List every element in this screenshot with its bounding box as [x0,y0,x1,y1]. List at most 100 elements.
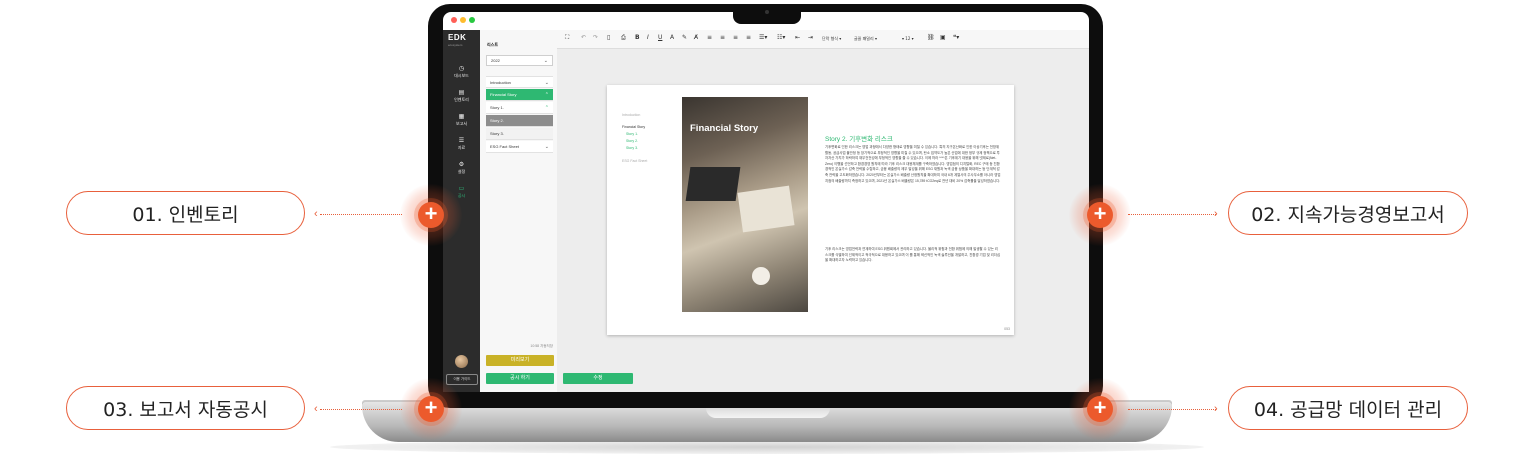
photo-chart-paper [737,185,795,233]
sidebar-item-settings[interactable]: ⚙ 설정 [443,162,480,175]
menu-item-story-1[interactable]: Story 1. ⌃ [486,102,553,114]
callout-auto-disclosure[interactable]: 03. 보고서 자동공시 [66,386,305,430]
window-maximize-dot[interactable] [469,17,475,23]
year-select[interactable]: 2022 ⌄ [486,55,553,66]
plus-icon[interactable]: + [418,396,444,422]
story-heading: Story 2. 기후변화 리스크 [825,136,893,143]
sidebar-item-dashboard[interactable]: ◷ 대시보드 [443,66,480,79]
text-color-icon[interactable]: A [670,34,674,41]
menu-item-label: ESG Fact Sheet [490,144,519,149]
menu-item-financial-story[interactable]: Financial Story ⌃ [486,89,553,101]
connector-line [320,214,402,215]
laptop-shadow [330,440,1204,454]
chevron-up-icon: ⌃ [544,105,549,111]
menu-item-label: Story 3. [490,131,504,136]
menu-item-esg-fact-sheet[interactable]: ESG Fact Sheet ⌄ [486,141,553,153]
app-logo-subtitle: ecosystem [448,43,463,47]
plus-icon[interactable]: + [1087,202,1113,228]
edit-button[interactable]: 수정 [563,373,633,384]
numbered-list-icon[interactable]: ☷▾ [777,34,785,41]
callout-inventory[interactable]: 01. 인벤토리 [66,191,305,235]
align-left-icon[interactable]: ≡ [707,34,712,41]
align-right-icon[interactable]: ≡ [733,34,738,41]
format-select[interactable]: 단락 형식 ▾ [822,36,841,42]
clear-format-icon[interactable]: A̸ [694,34,698,41]
print-icon[interactable]: ⎙ [621,34,626,42]
list-panel: 리스트 2022 ⌄ Introduction ⌄ Financial Stor… [480,30,557,392]
menu-item-label: Introduction [490,80,511,85]
arrow-right-icon: › [1214,403,1218,415]
callout-supply-chain-data[interactable]: 04. 공급망 데이터 관리 [1228,386,1468,430]
quote-icon[interactable]: ❝▾ [953,34,959,41]
toc-item[interactable]: Financial Story [622,125,645,129]
bold-icon[interactable]: B [635,34,640,41]
italic-icon[interactable]: I [647,34,649,41]
avatar[interactable] [455,355,468,368]
dashboard-icon: ◷ [458,66,465,72]
user-guide-button[interactable]: 이용 가이드 [446,374,478,385]
toc-item[interactable]: Story 3. [626,146,638,150]
year-select-value: 2022 [491,58,500,63]
arrow-left-icon: ‹ [314,208,318,220]
menu-item-introduction[interactable]: Introduction ⌄ [486,76,553,88]
toc-item[interactable]: Story 1. [626,132,638,136]
document-icon[interactable]: ▯ [607,34,610,41]
app-screen: EDK ecosystem ◷ 대시보드 ▤ 인벤토리 ▦ 보고서 ☰ 자료 ⚙… [443,30,1089,392]
sidebar-item-data[interactable]: ☰ 자료 [443,138,480,151]
redo-icon[interactable]: ↷ [593,34,598,41]
image-icon[interactable]: ▣ [940,34,946,41]
arrow-left-icon: ‹ [314,403,318,415]
underline-icon[interactable]: U [658,34,662,41]
fullscreen-icon[interactable]: ⛶ [565,34,569,42]
highlight-icon[interactable]: ✎ [682,34,687,41]
plus-icon[interactable]: + [1087,396,1113,422]
font-select[interactable]: 글꼴 패밀리 ▾ [854,36,877,42]
menu-item-label: Story 2. [490,118,504,123]
menu-item-label: Financial Story [490,92,517,97]
chevron-down-icon: ⌄ [543,58,548,64]
app-logo: EDK [448,33,467,42]
camera-notch [733,4,801,24]
sidebar-item-label: 공시 [457,193,466,198]
sidebar-item-label: 대시보드 [454,73,469,78]
connector-line [1128,214,1216,215]
page-number: 053 [1004,327,1010,331]
toc-item[interactable]: Introduction [622,113,640,117]
arrow-right-icon: › [1214,208,1218,220]
callout-label: 02. 지속가능경영보고서 [1251,203,1445,226]
preview-button[interactable]: 미리보기 [486,355,554,366]
size-select[interactable]: ▾ 12 ▾ [902,36,914,41]
chevron-down-icon: ⌄ [544,144,549,150]
camera-icon [765,10,769,14]
photo-laptop-shape [685,167,741,201]
publish-button[interactable]: 공시 하기 [486,373,554,384]
toc-item[interactable]: Story 2. [626,139,638,143]
panel-title: 리스트 [487,42,499,47]
font-select-value: 글꼴 패밀리 [854,36,874,41]
sidebar-item-label: 인벤토리 [454,97,469,102]
align-justify-icon[interactable]: ≡ [746,34,751,41]
document-page[interactable]: Introduction Financial Story Story 1. St… [607,85,1014,335]
bullet-list-icon[interactable]: ☰▾ [759,34,767,41]
format-select-value: 단락 형식 [822,36,838,41]
indent-icon[interactable]: ⇥ [808,34,813,41]
toc-item[interactable]: ESG Fact Sheet [622,159,647,163]
gear-icon: ⚙ [458,162,465,168]
connector-line [320,409,402,410]
window-close-dot[interactable] [451,17,457,23]
undo-icon[interactable]: ↶ [581,34,586,41]
size-select-value: 12 [905,36,911,41]
sidebar-item-label: 설정 [457,169,466,174]
editor-toolbar: ⛶ ↶ ↷ ▯ ⎙ B I U A ✎ A̸ ≡ ≡ ≡ ≡ ☰▾ ☷▾ ⇤ ⇥… [557,30,1089,49]
callout-sustainability-report[interactable]: 02. 지속가능경영보고서 [1228,191,1468,235]
align-center-icon[interactable]: ≡ [720,34,725,41]
window-minimize-dot[interactable] [460,17,466,23]
menu-item-story-3[interactable]: Story 3. [486,128,553,140]
menu-item-story-2[interactable]: Story 2. [486,115,553,127]
sidebar-item-report[interactable]: ▦ 보고서 [443,114,480,127]
link-icon[interactable]: ⛓ [927,34,935,41]
outdent-icon[interactable]: ⇤ [795,34,800,41]
photo-cup-shape [752,267,770,285]
sidebar-item-inventory[interactable]: ▤ 인벤토리 [443,90,480,103]
plus-icon[interactable]: + [418,202,444,228]
